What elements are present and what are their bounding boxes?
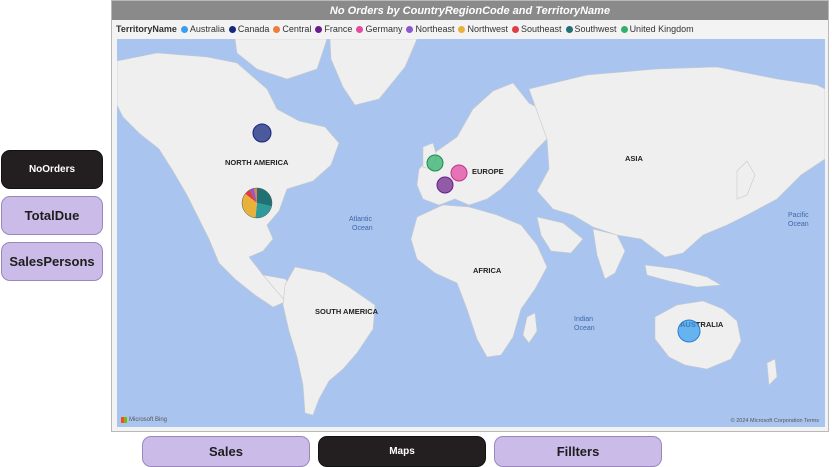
legend-title: TerritoryName bbox=[116, 24, 177, 34]
sales-button[interactable]: Sales bbox=[142, 436, 310, 467]
legend-label: Northeast bbox=[415, 24, 455, 34]
legend-label: Southeast bbox=[521, 24, 562, 34]
salespersons-label: SalesPersons bbox=[9, 254, 95, 269]
land-madagascar bbox=[522, 312, 538, 344]
land-arabia bbox=[536, 216, 584, 254]
maps-label: Maps bbox=[389, 446, 415, 457]
legend-item-northwest[interactable]: Northwest bbox=[458, 24, 508, 34]
noorders-button[interactable]: NoOrders bbox=[1, 150, 103, 189]
microsoft-logo-icon bbox=[121, 417, 127, 423]
legend-dot bbox=[512, 25, 519, 33]
landmasses bbox=[117, 39, 825, 416]
legend-item-southwest[interactable]: Southwest bbox=[565, 24, 617, 34]
legend-label: France bbox=[324, 24, 353, 34]
legend-dot bbox=[228, 25, 236, 33]
maps-button[interactable]: Maps bbox=[318, 436, 486, 467]
label-atlantic-1: Atlantic bbox=[349, 216, 372, 223]
land-greenland bbox=[329, 39, 418, 106]
land-asia bbox=[528, 66, 825, 258]
legend-dot bbox=[620, 25, 628, 33]
legend-label: Germany bbox=[365, 24, 403, 34]
filters-button[interactable]: Fillters bbox=[494, 436, 662, 467]
land-indonesia bbox=[644, 264, 722, 288]
legend-label: Australia bbox=[189, 24, 225, 34]
bubble-united-kingdom[interactable] bbox=[426, 154, 444, 172]
legend: TerritoryName Australia Canada Central F… bbox=[116, 21, 698, 37]
legend-dot bbox=[315, 25, 323, 33]
label-indian-1: Indian bbox=[574, 316, 593, 323]
legend-dot bbox=[458, 25, 466, 33]
label-africa: AFRICA bbox=[473, 266, 502, 275]
bubble-canada[interactable] bbox=[252, 123, 272, 143]
map-visual[interactable]: No Orders by CountryRegionCode and Terri… bbox=[111, 0, 829, 432]
land-new-zealand bbox=[766, 358, 778, 386]
totaldue-label: TotalDue bbox=[24, 208, 80, 223]
legend-item-germany[interactable]: Germany bbox=[356, 24, 402, 34]
legend-label: Southwest bbox=[574, 24, 617, 34]
world-map[interactable]: NORTH AMERICA EUROPE ASIA AFRICA SOUTH A… bbox=[117, 39, 825, 427]
bing-attribution: Microsoft Bing bbox=[121, 417, 167, 423]
pie-united-states[interactable] bbox=[241, 187, 273, 219]
sales-label: Sales bbox=[209, 444, 243, 459]
legend-item-central[interactable]: Central bbox=[273, 24, 311, 34]
legend-dot bbox=[356, 25, 364, 33]
bing-attribution-text: Microsoft Bing bbox=[129, 417, 168, 423]
noorders-label: NoOrders bbox=[28, 164, 76, 175]
map-canvas: NORTH AMERICA EUROPE ASIA AFRICA SOUTH A… bbox=[117, 39, 825, 416]
label-europe: EUROPE bbox=[472, 167, 504, 176]
legend-item-united-kingdom[interactable]: United Kingdom bbox=[620, 24, 694, 34]
legend-item-canada[interactable]: Canada bbox=[228, 24, 270, 34]
land-india bbox=[592, 228, 626, 280]
label-south-america: SOUTH AMERICA bbox=[315, 307, 379, 316]
land-south-america bbox=[282, 266, 376, 416]
visual-title: No Orders by CountryRegionCode and Terri… bbox=[112, 1, 828, 20]
label-pacific-1: Pacific bbox=[788, 212, 809, 219]
legend-label: Canada bbox=[237, 24, 270, 34]
filters-label: Fillters bbox=[556, 444, 600, 459]
legend-item-france[interactable]: France bbox=[315, 24, 352, 34]
legend-item-southeast[interactable]: Southeast bbox=[512, 24, 562, 34]
legend-label: Central bbox=[282, 24, 312, 34]
map-copyright[interactable]: © 2024 Microsoft Corporation Terms bbox=[731, 418, 819, 424]
totaldue-button[interactable]: TotalDue bbox=[1, 196, 103, 235]
label-north-america: NORTH AMERICA bbox=[225, 158, 289, 167]
legend-label: United Kingdom bbox=[629, 24, 694, 34]
legend-item-australia[interactable]: Australia bbox=[180, 24, 225, 34]
legend-dot bbox=[273, 25, 281, 33]
label-asia: ASIA bbox=[625, 154, 644, 163]
bubble-germany[interactable] bbox=[450, 164, 468, 182]
label-atlantic-2: Ocean bbox=[352, 225, 373, 232]
legend-dot bbox=[406, 25, 414, 33]
salespersons-button[interactable]: SalesPersons bbox=[1, 242, 103, 281]
legend-dot bbox=[565, 25, 573, 33]
bubble-france[interactable] bbox=[436, 176, 454, 194]
label-indian-2: Ocean bbox=[574, 325, 595, 332]
legend-item-northeast[interactable]: Northeast bbox=[406, 24, 454, 34]
bubble-australia[interactable] bbox=[677, 319, 701, 343]
label-pacific-2: Ocean bbox=[788, 221, 809, 228]
legend-dot bbox=[180, 25, 188, 33]
legend-label: Northwest bbox=[467, 24, 508, 34]
